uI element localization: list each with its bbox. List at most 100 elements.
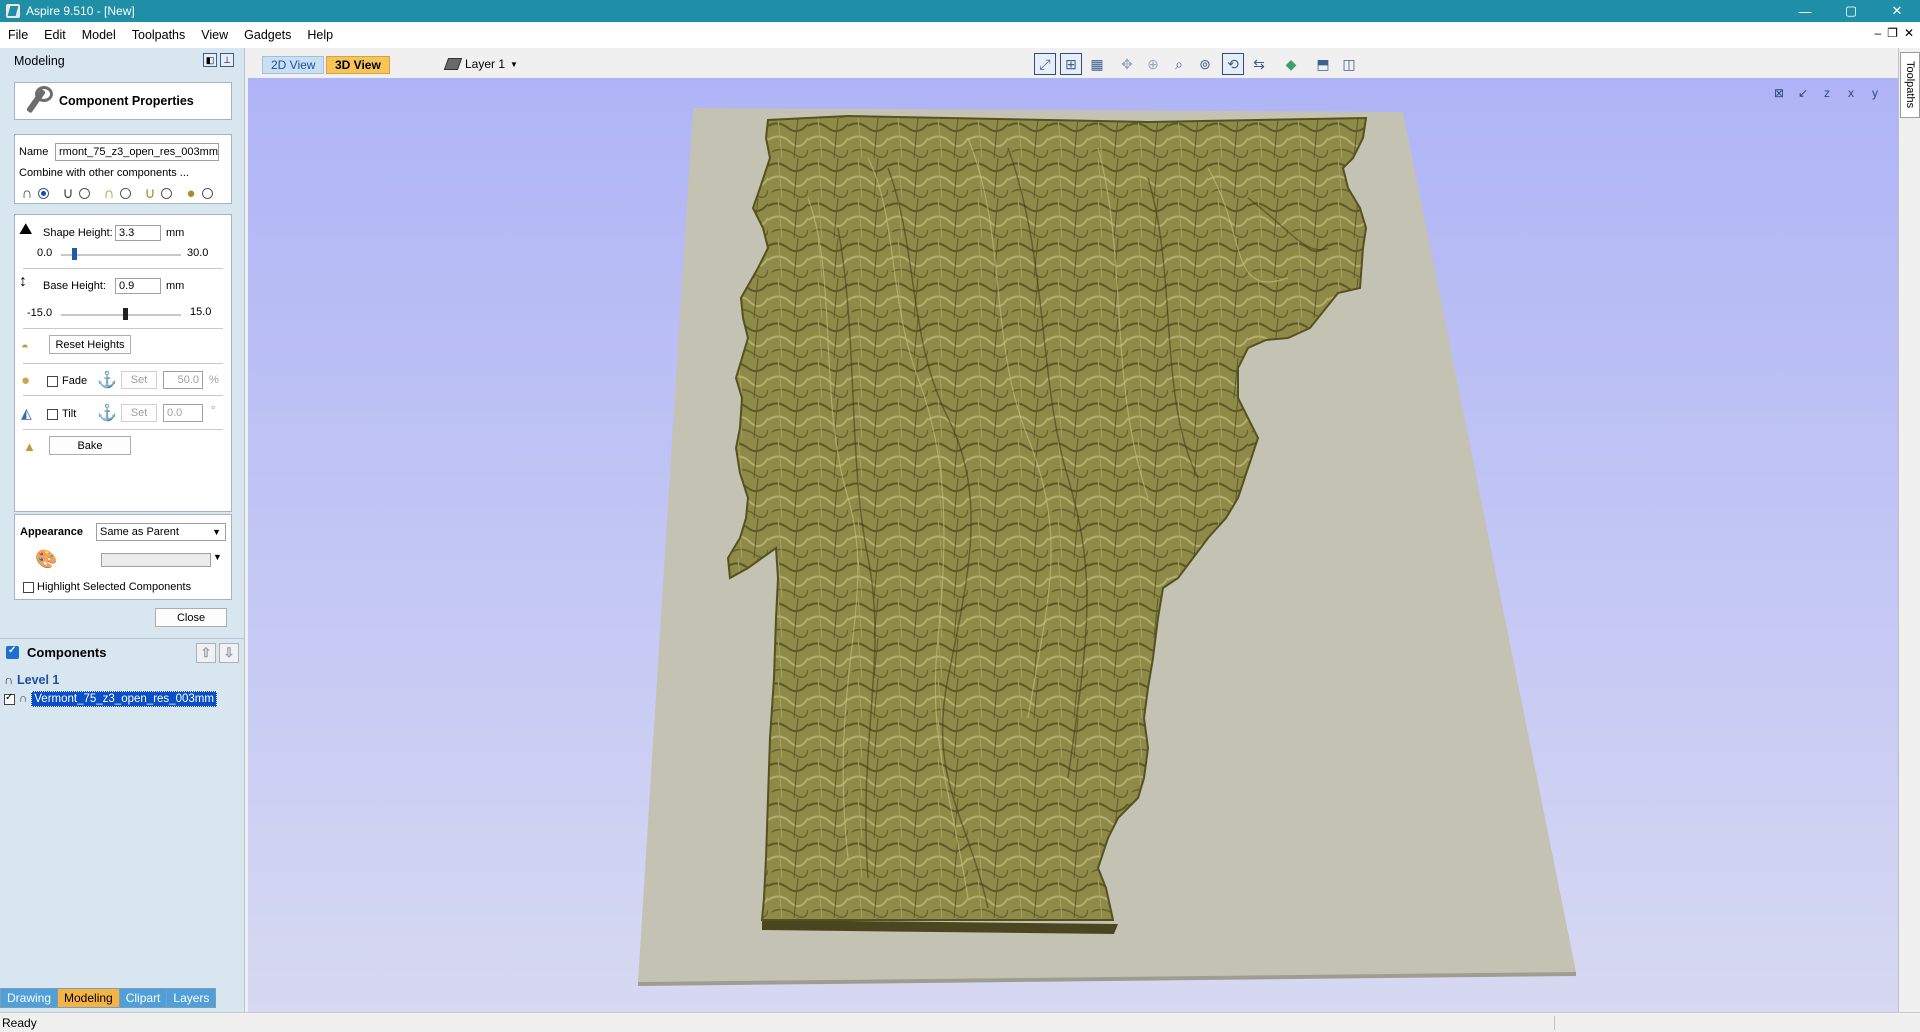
view-x-icon[interactable]: x [1842, 84, 1860, 102]
menu-toolpaths[interactable]: Toolpaths [124, 28, 194, 42]
tilt-set-button[interactable]: Set [121, 404, 157, 422]
rotate-view-icon[interactable]: ⟲ [1222, 53, 1244, 75]
fade-checkbox[interactable] [47, 375, 58, 387]
menu-gadgets[interactable]: Gadgets [236, 28, 299, 42]
combine-add-icon: ∩ [21, 184, 33, 202]
shape-height-label: Shape Height: [43, 227, 113, 239]
menu-model[interactable]: Model [74, 28, 124, 42]
panel-pin-icon[interactable]: ⊥ [220, 53, 234, 67]
shape-height-slider[interactable] [61, 254, 181, 256]
component-name[interactable]: Vermont_75_z3_open_res_003mm [31, 691, 217, 707]
combine-subtract-radio[interactable] [79, 187, 90, 199]
tab-layers[interactable]: Layers [166, 988, 217, 1008]
tab-drawing[interactable]: Drawing [0, 988, 59, 1008]
material-icon[interactable]: ◆ [1280, 53, 1302, 75]
tilt-value-input[interactable]: 0.0 [163, 404, 203, 422]
reset-heights-button[interactable]: Reset Heights [49, 335, 131, 354]
menu-help[interactable]: Help [299, 28, 341, 42]
close-window-button[interactable]: ✕ [1874, 0, 1920, 22]
components-toggle-checkbox[interactable] [6, 645, 19, 659]
panel-title: Modeling [14, 54, 65, 68]
base-height-slider-thumb[interactable] [122, 308, 128, 320]
move-down-icon[interactable]: ⇩ [219, 643, 239, 663]
mdi-close-button[interactable]: ✕ [1904, 26, 1914, 40]
move-up-icon[interactable]: ⇧ [196, 643, 216, 663]
color-picker[interactable] [101, 553, 211, 567]
reset-heights-icon: ◓ [21, 339, 29, 354]
shape-height-icon: ⛰ [19, 221, 33, 238]
combine-multiply-icon: ● [186, 184, 196, 202]
split-vertical-icon[interactable]: ◫ [1338, 53, 1360, 75]
appearance-label: Appearance [20, 526, 83, 538]
tab-2d-view[interactable]: 2D View [262, 56, 325, 74]
tilt-checkbox[interactable] [47, 408, 58, 420]
name-input[interactable]: rmont_75_z3_open_res_003mm [55, 143, 219, 161]
3d-viewport[interactable]: ⊠ ↙ z x y [248, 78, 1898, 1012]
minimize-button[interactable]: — [1782, 0, 1828, 22]
base-height-input[interactable]: 0.9 [115, 278, 161, 294]
zoom-in-icon[interactable]: ⊕ [1142, 53, 1164, 75]
base-height-min: -15.0 [27, 307, 53, 319]
shape-height-max: 30.0 [187, 247, 209, 259]
tilt-anchor-icon[interactable]: ⚓ [97, 403, 117, 422]
layer-select[interactable]: Layer 1 ▼ [443, 54, 518, 74]
mdi-restore-button[interactable]: ❐ [1887, 26, 1898, 40]
bake-icon: ▲ [23, 439, 36, 454]
flip-view-icon[interactable]: ⇆ [1248, 53, 1270, 75]
menu-edit[interactable]: Edit [36, 28, 74, 42]
menu-view[interactable]: View [193, 28, 236, 42]
combine-high-radio[interactable] [120, 187, 131, 199]
base-height-max: 15.0 [190, 306, 212, 318]
tab-modeling[interactable]: Modeling [57, 988, 120, 1008]
zoom-icon[interactable]: ⌕ [1168, 53, 1190, 75]
zoom-extents-icon[interactable]: ⤢ [1034, 53, 1056, 75]
toolpaths-tab[interactable]: Toolpaths [1900, 52, 1920, 118]
highlight-checkbox[interactable] [23, 581, 34, 593]
appearance-select-value: Same as Parent [100, 526, 179, 538]
fade-value-input[interactable]: 50.0 [163, 371, 203, 389]
toolpaths-strip: Toolpaths [1898, 48, 1920, 1012]
pan-icon[interactable]: ✥ [1116, 53, 1138, 75]
appearance-section: Appearance Same as Parent ▼ 🎨 ▼ Highligh… [14, 514, 232, 600]
zoom-selected-icon[interactable]: ⊚ [1194, 53, 1216, 75]
status-text: Ready [2, 1015, 37, 1030]
components-header: Components ⇧ ⇩ [0, 638, 245, 666]
components-title: Components [27, 645, 107, 660]
base-height-slider[interactable] [61, 314, 181, 316]
highlight-label: Highlight Selected Components [37, 581, 192, 593]
name-label: Name [19, 146, 49, 158]
close-button[interactable]: Close [155, 608, 227, 627]
view-xy-icon[interactable]: ↙ [1794, 84, 1812, 102]
component-visible-checkbox[interactable] [4, 692, 15, 705]
fade-anchor-icon[interactable]: ⚓ [97, 370, 117, 389]
menu-file[interactable]: File [0, 28, 36, 42]
combine-label: Combine with other components ... [19, 167, 189, 179]
palette-icon[interactable]: 🎨 [35, 549, 57, 569]
split-horizontal-icon[interactable]: ⬒ [1312, 53, 1334, 75]
combine-multiply-radio[interactable] [202, 187, 213, 199]
tab-clipart[interactable]: Clipart [118, 988, 168, 1008]
shape-height-input[interactable]: 3.3 [115, 225, 161, 241]
tab-3d-view[interactable]: 3D View [326, 56, 390, 74]
combine-add-radio[interactable] [38, 187, 49, 199]
iso-view-icon[interactable]: ⊠ [1770, 84, 1788, 102]
view-y-icon[interactable]: y [1866, 84, 1884, 102]
component-properties-header: Component Properties [14, 82, 232, 120]
view-toolbar: 2D View 3D View Layer 1 ▼ ⤢ ⊞ ▦ ✥ ⊕ ⌕ ⊚ … [246, 48, 1898, 78]
color-picker-chevron-icon[interactable]: ▼ [213, 552, 222, 562]
panel-dock-icon[interactable]: ◧ [203, 53, 217, 67]
tree-level[interactable]: ∩ Level 1 [4, 673, 59, 687]
fade-set-button[interactable]: Set [121, 371, 157, 389]
component-list-item[interactable]: ∩ Vermont_75_z3_open_res_003mm [4, 691, 217, 707]
mdi-minimize-button[interactable]: – [1874, 26, 1881, 40]
combine-low-radio[interactable] [161, 187, 172, 199]
maximize-button[interactable]: ▢ [1828, 0, 1874, 22]
shape-height-slider-thumb[interactable] [72, 248, 78, 260]
chevron-down-icon: ▼ [212, 527, 221, 537]
zoom-box-icon[interactable]: ⊞ [1060, 53, 1082, 75]
bake-button[interactable]: Bake [49, 436, 131, 455]
appearance-select[interactable]: Same as Parent ▼ [96, 523, 226, 541]
view-z-icon[interactable]: z [1818, 84, 1836, 102]
grid-icon[interactable]: ▦ [1086, 53, 1108, 75]
base-height-icon: ↕ [19, 273, 27, 290]
